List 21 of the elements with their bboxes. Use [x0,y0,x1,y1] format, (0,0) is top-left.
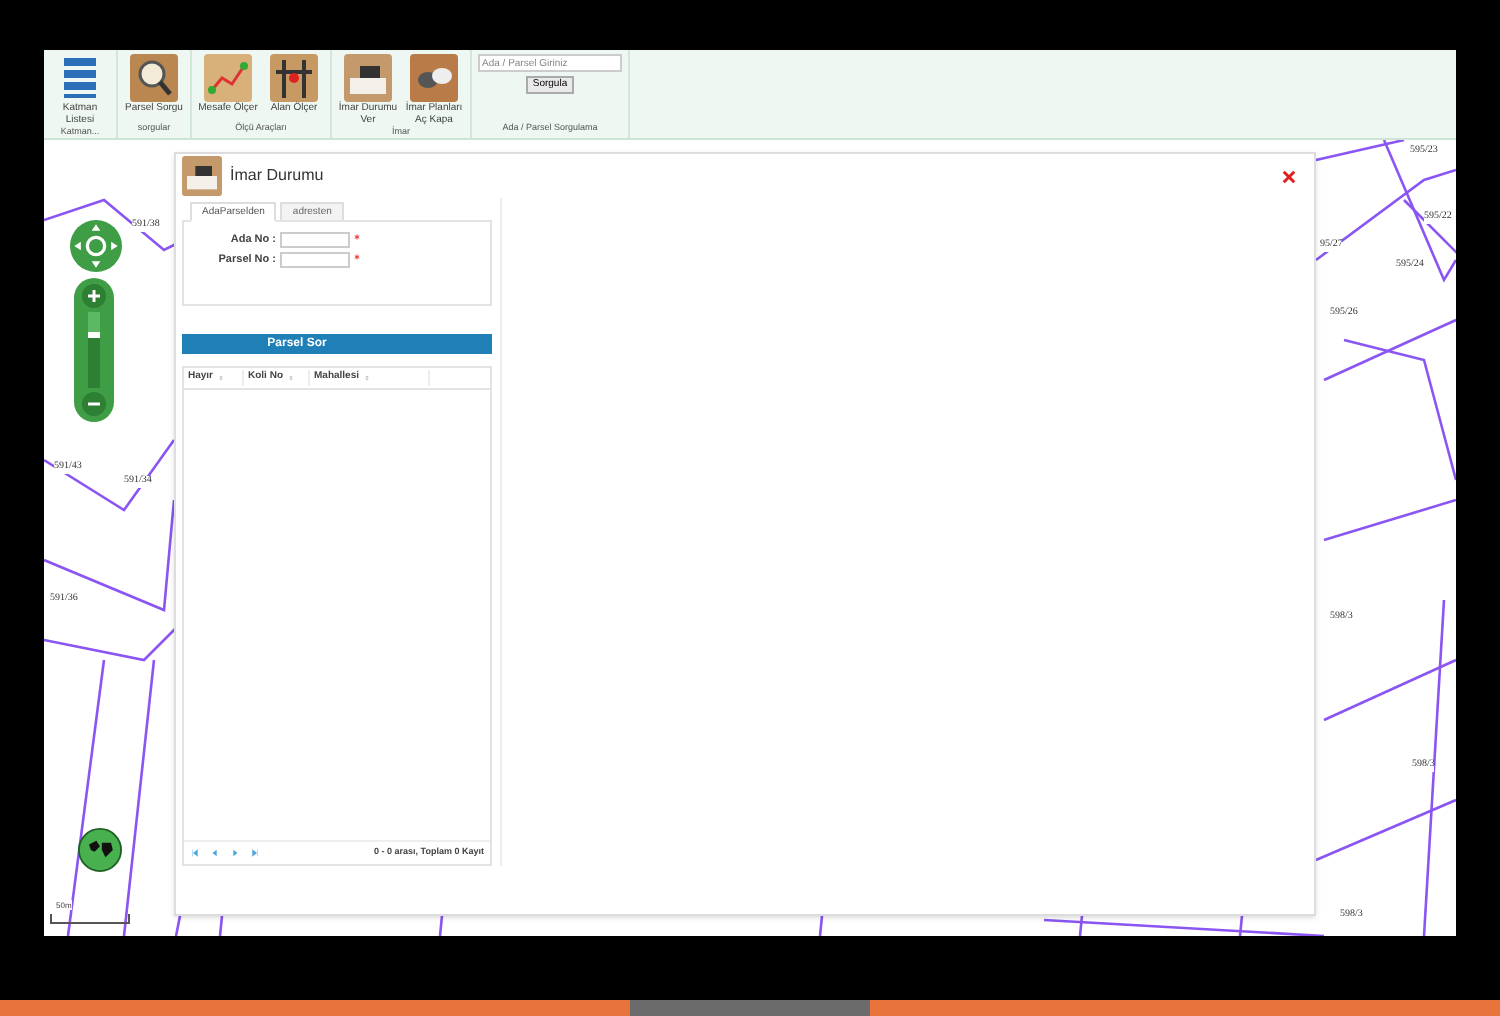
next-page-icon[interactable] [230,848,240,858]
scale-bar [50,914,130,924]
first-page-icon[interactable] [190,848,200,858]
stamp-icon [182,156,222,196]
route-icon [204,54,252,102]
close-icon[interactable] [1280,167,1298,185]
ruler-icon [270,54,318,102]
globe-button-icon[interactable] [78,828,122,872]
zoom-out-icon[interactable] [82,392,106,416]
zoom-in-icon[interactable] [82,284,106,308]
sort-icon [287,374,293,382]
magnifier-icon [130,54,178,102]
last-page-icon[interactable] [250,848,260,858]
sort-icon [363,374,370,382]
sort-icon [217,374,224,382]
previous-page-icon[interactable] [210,848,220,858]
dialog-title: İmar Durumu [230,164,324,188]
zoom-slider-fill[interactable] [88,331,100,388]
pan-control-icon[interactable] [70,220,122,272]
input-field[interactable] [280,252,350,269]
input-field[interactable] [280,232,350,249]
